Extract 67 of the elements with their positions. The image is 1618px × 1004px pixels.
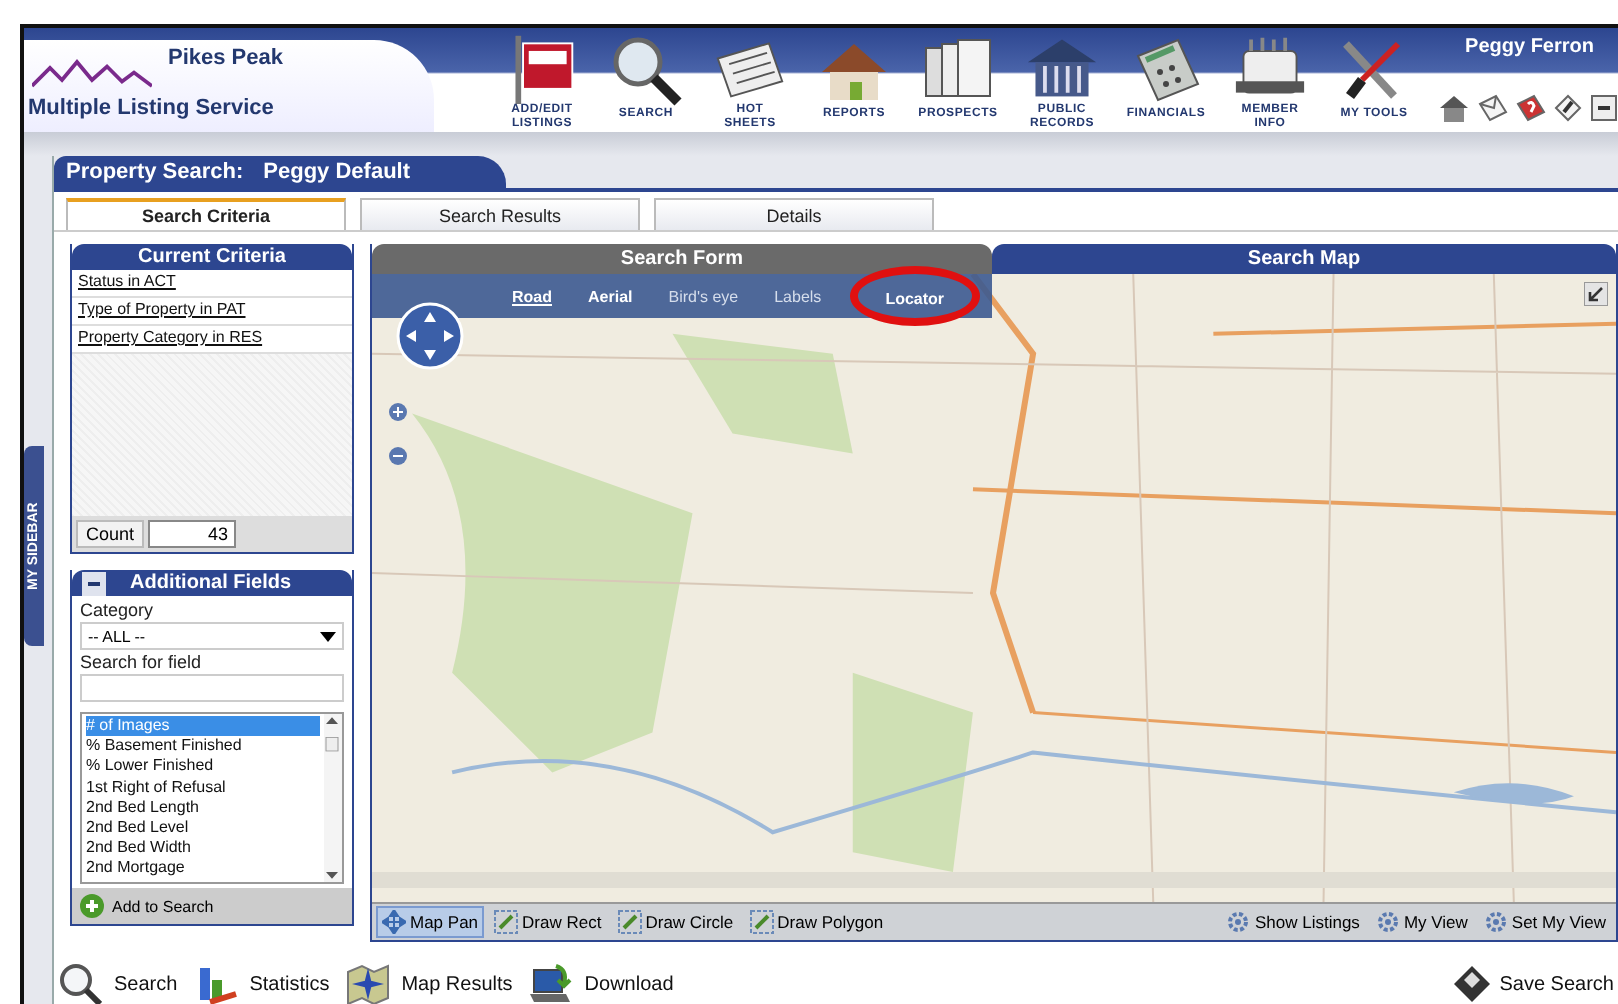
move-icon <box>382 910 406 934</box>
expand-icon[interactable] <box>1584 282 1608 306</box>
minimize-icon[interactable] <box>1590 92 1618 124</box>
tab[interactable]: Search Results <box>360 198 640 230</box>
logo-subtitle: Multiple Listing Service <box>28 96 274 120</box>
search-form-tab[interactable]: Search Form <box>372 244 992 274</box>
action-button[interactable]: Download <box>528 962 674 1004</box>
laptop-download-icon <box>528 962 573 1004</box>
criteria-link[interactable]: Type of Property in PAT <box>72 298 352 326</box>
pencil-icon <box>617 910 642 934</box>
mountains-icon <box>32 56 152 92</box>
category-dropdown[interactable]: -- ALL -- <box>80 622 344 650</box>
panel-title: Additional Fields <box>130 570 292 596</box>
map-view-button[interactable]: Set My View <box>1477 906 1612 938</box>
action-button[interactable]: Statistics <box>193 962 330 1004</box>
edit-icon[interactable] <box>1552 92 1584 124</box>
field-list-item[interactable]: 2nd Bed Length <box>86 797 320 818</box>
caret-icon <box>320 631 336 641</box>
category-label: Category <box>80 600 156 620</box>
gear-icon <box>1375 910 1400 934</box>
map-mode-button[interactable]: Locator <box>869 286 961 312</box>
action-button[interactable]: Map Results <box>345 962 513 1004</box>
search-field[interactable] <box>80 674 344 702</box>
collapse-icon[interactable] <box>82 571 106 595</box>
scrollbar[interactable] <box>324 714 342 882</box>
field-list-item[interactable]: 2nd Mortgage <box>86 858 320 879</box>
field-list-item[interactable]: % Basement Finished <box>86 736 320 757</box>
user-name: Peggy Ferron <box>1465 34 1596 62</box>
profile-name: Peggy Default <box>263 160 411 184</box>
page-title: Property Search: <box>66 160 244 184</box>
panel-title: Current Criteria <box>72 244 352 270</box>
action-button[interactable]: Search <box>58 962 178 1004</box>
field-list-item[interactable]: 2nd Bed Level <box>86 817 320 839</box>
logo-title: Pikes Peak <box>168 46 283 70</box>
field-list-item[interactable]: % Lower Finished <box>86 756 320 778</box>
map-tool-button[interactable]: Map Pan <box>376 906 485 938</box>
envelope-icon[interactable] <box>1476 92 1508 124</box>
map-view-button[interactable]: Show Listings <box>1220 906 1366 938</box>
tab[interactable]: Details <box>654 198 934 230</box>
map-drawing[interactable] <box>372 274 1616 902</box>
pan-control-icon[interactable] <box>396 302 464 370</box>
home-icon[interactable] <box>1438 92 1470 124</box>
search-field-label: Search for field <box>80 652 204 672</box>
criteria-link[interactable]: Status in ACT <box>72 270 352 298</box>
count-field: 43 <box>148 520 237 548</box>
pencil-icon <box>749 910 774 934</box>
map-view-button[interactable]: My View <box>1369 906 1474 938</box>
help-icon[interactable] <box>1514 92 1546 124</box>
map-mode-button[interactable]: Aerial <box>572 283 649 309</box>
field-list-item[interactable]: 2nd Bed Width <box>86 838 320 859</box>
tab[interactable]: Search Criteria <box>66 198 346 230</box>
map-compass-icon <box>345 962 390 1004</box>
gear-icon <box>1226 910 1251 934</box>
zoom-in-icon[interactable] <box>388 402 408 422</box>
map-tool-button[interactable]: Draw Polygon <box>743 906 890 938</box>
gear-icon <box>1483 910 1508 934</box>
map-tool-button[interactable]: Draw Circle <box>611 906 740 938</box>
search-map-tab[interactable]: Search Map <box>992 244 1616 274</box>
logo[interactable]: Pikes Peak Multiple Listing Service <box>24 40 434 132</box>
count-label: Count <box>76 520 145 548</box>
map-tool-button[interactable]: Draw Rect <box>488 906 608 938</box>
map-mode-button[interactable]: Road <box>496 283 568 309</box>
zoom-out-icon[interactable] <box>388 446 408 466</box>
pencil-icon <box>494 910 519 934</box>
field-list-item[interactable]: 1st Right of Refusal <box>86 777 320 798</box>
plus-icon <box>80 894 104 918</box>
save-search-button[interactable]: Save Search <box>1449 962 1614 1004</box>
